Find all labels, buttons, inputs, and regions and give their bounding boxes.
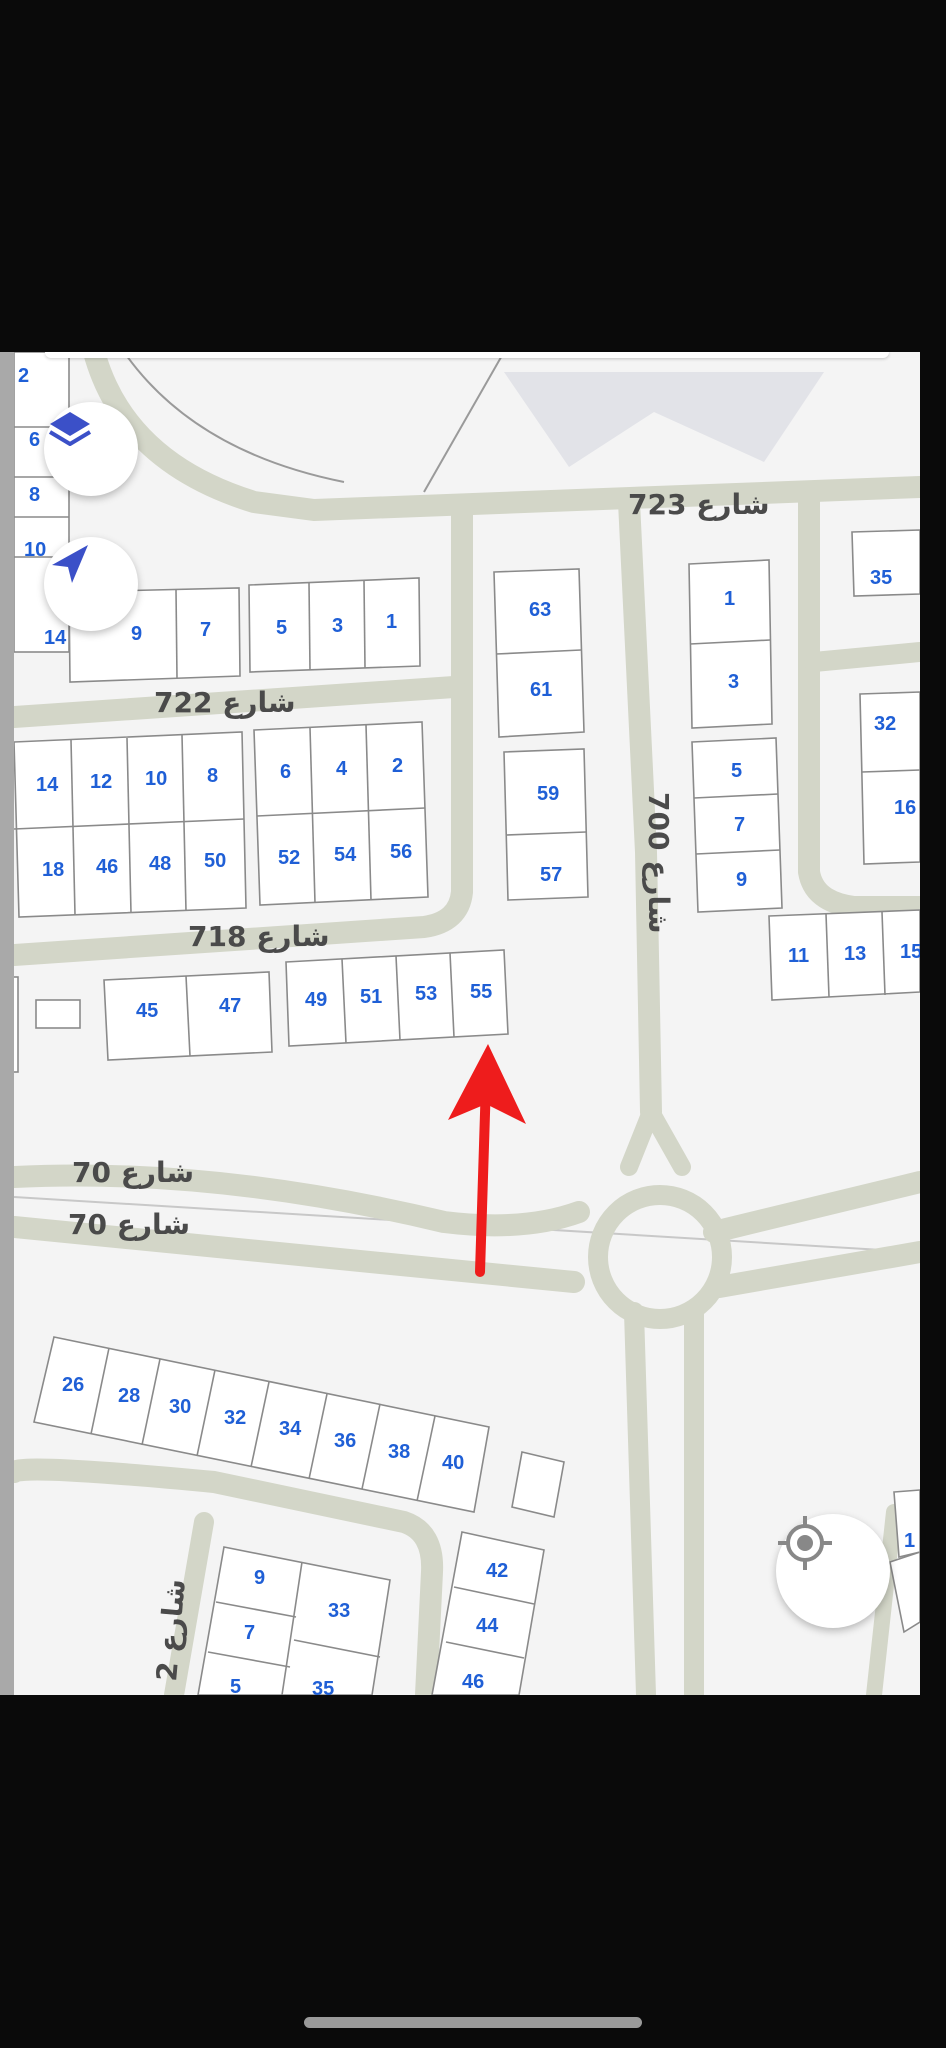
plot-number[interactable]: 3 [728, 671, 739, 693]
plot-number[interactable]: 61 [530, 679, 552, 701]
plot-number[interactable]: 1 [386, 611, 397, 633]
plot-number[interactable]: 8 [207, 765, 218, 787]
plot-number[interactable]: 35 [312, 1678, 334, 1695]
search-bar-edge[interactable] [45, 352, 889, 358]
plot-number[interactable]: 48 [149, 853, 171, 875]
layers-button[interactable] [44, 402, 138, 496]
my-location-button[interactable] [776, 1514, 890, 1628]
plot-number[interactable]: 1 [904, 1530, 915, 1552]
plot-number[interactable]: 42 [486, 1560, 508, 1582]
plot-number[interactable]: 5 [731, 760, 742, 782]
plot-number[interactable]: 47 [219, 995, 241, 1017]
plot-number[interactable]: 12 [90, 771, 112, 793]
plot-number[interactable]: 52 [278, 847, 300, 869]
map-right-edge [920, 352, 946, 1695]
plot-number[interactable]: 34 [279, 1418, 302, 1440]
plot-number[interactable]: 40 [442, 1452, 464, 1474]
boundary-line [423, 352, 505, 493]
red-arrow-annotation [448, 1044, 526, 1277]
street-label-722: شارع 722 [154, 686, 296, 719]
plot-number[interactable]: 16 [894, 797, 916, 819]
shaded-area [504, 372, 824, 467]
plot-number[interactable]: 9 [131, 623, 142, 645]
plot-number[interactable]: 26 [62, 1374, 84, 1396]
plot-number[interactable]: 54 [334, 844, 357, 866]
plot-number[interactable]: 49 [305, 989, 327, 1011]
plot-number[interactable]: 30 [169, 1396, 191, 1418]
plot-number[interactable]: 46 [96, 856, 118, 878]
plot-number[interactable]: 9 [254, 1567, 265, 1589]
plot-number[interactable]: 44 [476, 1615, 499, 1637]
plot-number[interactable]: 38 [388, 1441, 410, 1463]
plot-number[interactable]: 11 [788, 945, 809, 967]
street-label-700: شارع 700 [642, 792, 675, 934]
plot-number[interactable]: 46 [462, 1671, 484, 1693]
plot-number[interactable]: 36 [334, 1430, 356, 1452]
navigate-button[interactable] [44, 537, 138, 631]
plot-number[interactable]: 5 [230, 1676, 241, 1695]
my-location-icon [778, 1516, 832, 1570]
plot-number[interactable]: 14 [44, 627, 67, 649]
plot-number[interactable]: 7 [244, 1622, 255, 1644]
plot-number[interactable]: 6 [280, 761, 291, 783]
plot-number[interactable]: 45 [136, 1000, 158, 1022]
plot-number[interactable]: 8 [29, 484, 40, 506]
navigation-arrow-icon [52, 545, 88, 583]
map-left-edge [0, 352, 14, 1695]
plot-number[interactable]: 50 [204, 850, 226, 872]
plot-number[interactable]: 55 [470, 981, 492, 1003]
plot-number[interactable]: 10 [145, 768, 167, 790]
plot-number[interactable]: 7 [734, 814, 745, 836]
plot-number[interactable]: 2 [18, 365, 29, 387]
plot-number[interactable]: 14 [36, 774, 59, 796]
plot-number[interactable]: 63 [529, 599, 551, 621]
top-black-bar [0, 0, 946, 352]
plot-number[interactable]: 28 [118, 1385, 140, 1407]
street-label-70-upper: شارع 70 [72, 1156, 194, 1189]
home-indicator[interactable] [304, 2017, 642, 2028]
plot-number[interactable]: 2 [392, 755, 403, 777]
plot-number[interactable]: 3 [332, 615, 343, 637]
plot-number[interactable]: 53 [415, 983, 437, 1005]
plot-number[interactable]: 32 [224, 1407, 246, 1429]
map-canvas[interactable]: شارع 723 شارع 722 شارع 718 شارع 700 شارع… [14, 352, 920, 1695]
plot-number[interactable]: 18 [42, 859, 64, 881]
plot-number[interactable]: 56 [390, 841, 412, 863]
plot-number[interactable]: 5 [276, 617, 287, 639]
plot-number[interactable]: 32 [874, 713, 896, 735]
plot-number[interactable]: 9 [736, 869, 747, 891]
plot-number[interactable]: 57 [540, 864, 562, 886]
plot-number[interactable]: 15 [900, 941, 920, 963]
plot-number[interactable]: 4 [336, 758, 348, 780]
plot-number[interactable]: 7 [200, 619, 211, 641]
map-view[interactable]: شارع 723 شارع 722 شارع 718 شارع 700 شارع… [14, 352, 920, 1695]
plot-number[interactable]: 35 [870, 567, 892, 589]
plot-number[interactable]: 59 [537, 783, 559, 805]
street-label-718: شارع 718 [188, 920, 330, 953]
street-label-723: شارع 723 [628, 488, 770, 521]
bottom-black-bar [0, 1695, 946, 2048]
plot-number[interactable]: 6 [29, 429, 40, 451]
street-label-70-lower: شارع 70 [68, 1208, 190, 1241]
plot-number[interactable]: 1 [724, 588, 735, 610]
layers-icon [48, 412, 92, 446]
plot-number[interactable]: 10 [24, 539, 46, 561]
plot-number[interactable]: 51 [360, 986, 382, 1008]
plot-number[interactable]: 13 [844, 943, 866, 965]
plot-number[interactable]: 33 [328, 1600, 350, 1622]
